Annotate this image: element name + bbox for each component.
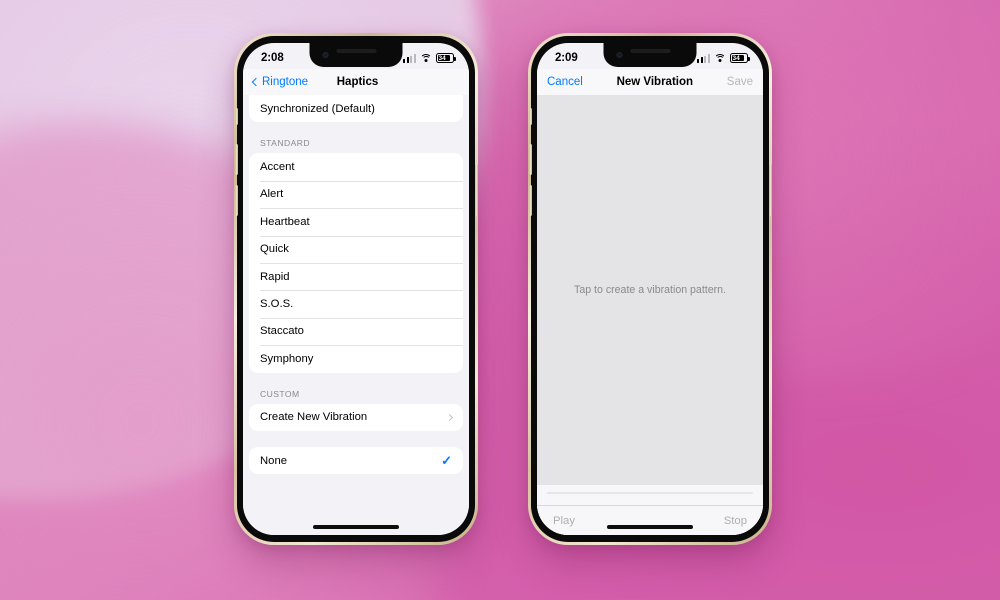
list-item[interactable]: Alert (249, 180, 463, 208)
row-label: Synchronized (Default) (260, 102, 375, 115)
list-item[interactable]: S.O.S. (249, 290, 463, 317)
vibration-timeline-track[interactable] (537, 485, 763, 505)
status-icons-left: 34 (402, 53, 456, 63)
volume-up-button-right[interactable] (528, 144, 532, 175)
back-button-ringtone[interactable]: Ringtone (251, 76, 309, 88)
front-camera-icon (322, 52, 329, 58)
status-icons-right: 34 (696, 53, 750, 63)
background (0, 0, 1000, 600)
haptics-list[interactable]: Synchronized (Default) STANDARD Accent A… (243, 95, 469, 535)
row-label: Rapid (260, 270, 290, 283)
section-header-custom: CUSTOM (260, 388, 300, 399)
wifi-icon (714, 53, 726, 63)
volume-up-button-left[interactable] (234, 144, 238, 175)
vibration-toolbar: Play Stop (537, 505, 763, 535)
cancel-button[interactable]: Cancel (547, 76, 583, 88)
row-label: Symphony (260, 352, 314, 365)
list-item[interactable]: Quick (249, 235, 463, 263)
row-label: None (260, 454, 288, 467)
row-label: Heartbeat (260, 215, 310, 228)
nav-left-haptics: Ringtone (251, 76, 309, 88)
battery-icon: 34 (730, 53, 750, 63)
status-time-right: 2:09 (555, 52, 578, 64)
earpiece-speaker-icon (630, 49, 670, 53)
battery-icon: 34 (436, 53, 456, 63)
list-item[interactable]: Staccato (249, 317, 463, 345)
volume-down-button-left[interactable] (234, 185, 238, 216)
nav-bar-new-vibration: Cancel New Vibration Save (537, 69, 763, 95)
silent-switch-right[interactable] (528, 108, 532, 125)
signal-icon (402, 53, 416, 63)
volume-down-button-right[interactable] (528, 185, 532, 216)
list-item[interactable]: Synchronized (Default) (249, 95, 463, 122)
stop-button[interactable]: Stop (724, 515, 747, 527)
checkmark-icon: ✓ (441, 453, 452, 469)
signal-icon (696, 53, 710, 63)
row-label: Create New Vibration (260, 411, 368, 424)
chevron-right-icon (445, 413, 454, 421)
section-header-standard: STANDARD (260, 138, 310, 149)
list-group-synchronized: Synchronized (Default) (249, 95, 463, 123)
phone-body-right: 2:09 34 Cancel New Vibration Save Tap to… (528, 36, 772, 542)
list-group-none: None ✓ (249, 446, 463, 475)
vibration-tap-canvas[interactable]: Tap to create a vibration pattern. (537, 95, 763, 485)
front-camera-icon (616, 52, 623, 58)
none-row[interactable]: None ✓ (249, 447, 463, 474)
power-button-left[interactable] (474, 164, 478, 216)
nav-right-new-vibration: Save (727, 76, 753, 88)
vibration-hint-text: Tap to create a vibration pattern. (574, 284, 726, 296)
nav-bar-haptics: Ringtone Haptics (243, 69, 469, 95)
list-group-custom: Create New Vibration (249, 403, 463, 431)
page-title-new-vibration: New Vibration (616, 76, 694, 88)
row-label: Quick (260, 243, 289, 256)
notch-left (309, 43, 403, 67)
power-button-right[interactable] (768, 164, 772, 216)
page-title-haptics: Haptics (336, 76, 379, 88)
back-button-label: Ringtone (262, 76, 309, 88)
home-indicator-right[interactable] (607, 525, 693, 529)
list-item[interactable]: Rapid (249, 262, 463, 290)
battery-level-left: 34 (438, 54, 446, 62)
phone-new-vibration: 2:09 34 Cancel New Vibration Save Tap to… (528, 33, 772, 545)
create-new-vibration-row[interactable]: Create New Vibration (249, 404, 463, 431)
chevron-left-icon (251, 77, 261, 87)
silent-switch-left[interactable] (234, 108, 238, 125)
row-label: S.O.S. (260, 298, 294, 311)
list-item[interactable]: Heartbeat (249, 208, 463, 235)
play-button[interactable]: Play (553, 515, 575, 527)
status-time-left: 2:08 (261, 52, 284, 64)
battery-level-right: 34 (732, 54, 740, 62)
earpiece-speaker-icon (336, 49, 376, 53)
list-item[interactable]: Symphony (249, 345, 463, 372)
screen-new-vibration: 2:09 34 Cancel New Vibration Save Tap to… (537, 43, 763, 535)
screen-haptics: 2:08 34 Ringtone Haptics Synchronized (D… (243, 43, 469, 535)
row-label: Alert (260, 188, 284, 201)
save-button[interactable]: Save (727, 76, 753, 88)
phone-haptics: 2:08 34 Ringtone Haptics Synchronized (D… (234, 33, 478, 545)
phone-body-left: 2:08 34 Ringtone Haptics Synchronized (D… (234, 36, 478, 542)
row-label: Accent (260, 161, 295, 174)
list-item[interactable]: Accent (249, 153, 463, 180)
home-indicator-left[interactable] (313, 525, 399, 529)
vibration-editor: Tap to create a vibration pattern. Play … (537, 95, 763, 535)
list-group-standard: Accent Alert Heartbeat Quick Rapid S.O.S… (249, 153, 463, 373)
row-label: Staccato (260, 325, 304, 338)
notch-right (603, 43, 697, 67)
nav-left-new-vibration: Cancel (547, 76, 583, 88)
wifi-icon (420, 53, 432, 63)
